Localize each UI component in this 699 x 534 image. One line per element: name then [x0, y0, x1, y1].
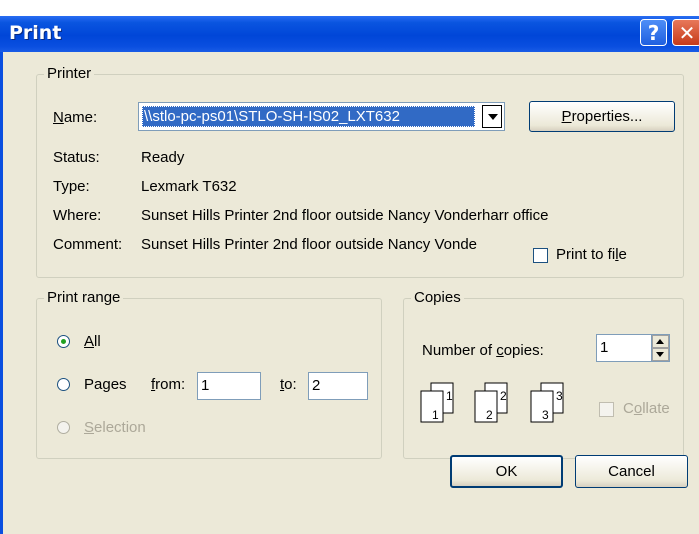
name-label: Name: — [53, 109, 98, 126]
where-label: Where: — [53, 207, 102, 224]
collate-checkbox[interactable] — [599, 402, 614, 417]
type-value: Lexmark T632 — [141, 178, 237, 195]
copies-legend: Copies — [411, 289, 464, 307]
dropdown-arrow-icon[interactable] — [482, 105, 502, 128]
print-to-file-checkbox[interactable] — [533, 248, 548, 263]
from-label: from: — [151, 376, 186, 393]
page-digit: 2 — [500, 389, 507, 403]
comment-label: Comment: — [53, 236, 123, 253]
range-pages-label[interactable]: Pages — [84, 376, 127, 394]
comment-value: Sunset Hills Printer 2nd floor outside N… — [141, 236, 478, 253]
to-label: to: — [280, 376, 297, 393]
page-digit: 3 — [542, 408, 549, 422]
help-button[interactable]: ? — [640, 19, 667, 46]
radio-selected-dot — [61, 339, 66, 344]
page-digit: 2 — [486, 408, 493, 422]
ok-button[interactable]: OK — [450, 455, 563, 488]
copies-input[interactable]: 1 — [596, 334, 670, 362]
properties-button[interactable]: Properties... — [529, 101, 675, 132]
spin-up-icon[interactable] — [652, 335, 669, 348]
range-all-label[interactable]: All — [84, 333, 101, 351]
copies-group: Copies — [403, 289, 684, 459]
range-selection-label: Selection — [84, 419, 146, 436]
printer-legend: Printer — [44, 65, 95, 83]
status-label: Status: — [53, 149, 100, 166]
page-digit: 1 — [446, 389, 453, 403]
close-button[interactable]: ✕ — [672, 19, 699, 46]
copies-value: 1 — [600, 339, 609, 356]
print-dialog: Printer Name: \\stlo-pc-ps01\STLO-SH-IS0… — [0, 52, 699, 534]
range-pages-radio[interactable] — [57, 378, 70, 391]
printer-name-value: \\stlo-pc-ps01\STLO-SH-IS02_LXT632 — [142, 106, 475, 127]
where-value: Sunset Hills Printer 2nd floor outside N… — [141, 207, 549, 224]
copies-spinner[interactable] — [651, 334, 669, 362]
print-to-file-label[interactable]: Print to file — [556, 246, 627, 264]
page-digit: 1 — [432, 408, 439, 422]
title-bar[interactable]: Print ? ✕ — [0, 16, 699, 52]
collate-label: Collate — [623, 400, 670, 417]
status-value: Ready — [141, 149, 185, 166]
page-stack-2: 2 2 — [474, 382, 508, 423]
cancel-button[interactable]: Cancel — [575, 455, 688, 488]
page-stack-3: 3 3 — [530, 382, 564, 423]
print-range-legend: Print range — [44, 289, 124, 307]
window-title: Print — [9, 22, 62, 44]
type-label: Type: — [53, 178, 90, 195]
range-all-radio[interactable] — [57, 335, 70, 348]
number-of-copies-label: Number of copies: — [422, 342, 544, 359]
printer-name-select[interactable]: \\stlo-pc-ps01\STLO-SH-IS02_LXT632 — [138, 102, 505, 131]
page-stack-1: 1 1 — [420, 382, 454, 423]
to-page-input[interactable]: 2 — [308, 372, 368, 400]
page-digit: 3 — [556, 389, 563, 403]
from-page-input[interactable]: 1 — [197, 372, 261, 400]
range-selection-radio[interactable] — [57, 421, 70, 434]
spin-down-icon[interactable] — [652, 348, 669, 361]
